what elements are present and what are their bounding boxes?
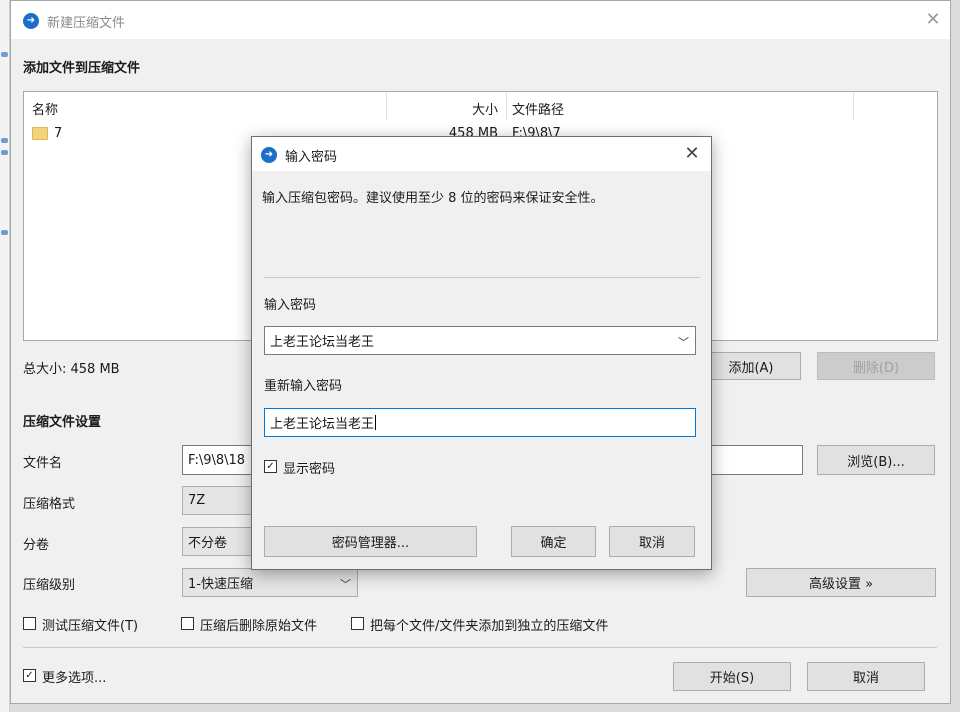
format-value: 7Z: [188, 493, 206, 508]
start-button[interactable]: 开始(S): [673, 662, 791, 691]
file-name: 7: [54, 126, 63, 141]
close-icon[interactable]: ✕: [680, 145, 704, 163]
chevron-down-icon: ﹀: [340, 577, 351, 591]
password-dialog: ➜ 输入密码 ✕ 输入压缩包密码。建议使用至少 8 位的密码来保证安全性。 输入…: [251, 136, 712, 570]
level-select[interactable]: 1-快速压缩 ﹀: [182, 568, 358, 597]
background-window-edge: [0, 0, 10, 712]
column-header-path[interactable]: 文件路径: [512, 99, 564, 118]
browse-button[interactable]: 浏览(B)...: [817, 445, 935, 475]
split-value: 不分卷: [188, 536, 228, 551]
test-archive-checkbox[interactable]: 测试压缩文件(T): [23, 615, 173, 634]
main-cancel-button[interactable]: 取消: [807, 662, 925, 691]
column-separator: [853, 92, 854, 120]
show-password-checkbox[interactable]: ✓ 显示密码: [264, 458, 384, 477]
more-options-checkbox[interactable]: ✓ 更多选项...: [23, 667, 133, 686]
filename-label: 文件名: [23, 456, 63, 471]
checkbox-box[interactable]: [351, 617, 364, 630]
delete-after-checkbox[interactable]: 压缩后删除原始文件: [181, 615, 351, 634]
checkbox-box[interactable]: ✓: [23, 669, 36, 682]
checkbox-box[interactable]: ✓: [264, 460, 277, 473]
password-input[interactable]: 上老王论坛当老王 ﹀: [264, 326, 696, 355]
test-archive-label: 测试压缩文件(T): [42, 619, 139, 634]
delete-button[interactable]: 删除(D): [817, 352, 935, 380]
chevron-down-icon[interactable]: ﹀: [678, 334, 689, 350]
background-icon: [1, 52, 8, 57]
format-label: 压缩格式: [23, 497, 76, 512]
add-files-title: 添加文件到压缩文件: [23, 61, 141, 76]
password-dialog-titlebar: ➜ 输入密码 ✕: [252, 137, 711, 171]
show-password-label: 显示密码: [283, 462, 336, 477]
dialog-cancel-button[interactable]: 取消: [609, 526, 695, 557]
folder-icon: [32, 127, 48, 140]
main-titlebar: ➜ 新建压缩文件 ✕: [11, 1, 950, 39]
password-label: 输入密码: [264, 298, 317, 313]
background-icon: [1, 138, 8, 143]
app-icon: ➜: [261, 147, 277, 163]
confirm-password-input[interactable]: 上老王论坛当老王: [264, 408, 696, 437]
column-separator: [506, 92, 507, 120]
separate-archives-label: 把每个文件/文件夹添加到独立的压缩文件: [370, 619, 609, 634]
background-icon: [1, 230, 8, 235]
separate-archives-checkbox[interactable]: 把每个文件/文件夹添加到独立的压缩文件: [351, 615, 651, 634]
confirm-password-value: 上老王论坛当老王: [270, 417, 375, 432]
level-label: 压缩级别: [23, 578, 76, 593]
checkbox-box[interactable]: [23, 617, 36, 630]
password-manager-button[interactable]: 密码管理器...: [264, 526, 477, 557]
column-header-size[interactable]: 大小: [386, 99, 498, 118]
add-button[interactable]: 添加(A): [701, 352, 801, 380]
advanced-settings-button[interactable]: 高级设置 »: [746, 568, 936, 597]
app-icon: ➜: [23, 13, 39, 29]
password-value: 上老王论坛当老王: [270, 335, 375, 350]
confirm-password-label: 重新输入密码: [264, 379, 343, 394]
checkbox-box[interactable]: [181, 617, 194, 630]
column-header-name[interactable]: 名称: [32, 99, 58, 118]
split-label: 分卷: [23, 538, 50, 553]
divider: [264, 277, 700, 278]
delete-after-label: 压缩后删除原始文件: [200, 619, 318, 634]
total-size: 总大小: 458 MB: [23, 362, 120, 377]
filename-value: F:\9\8\18: [188, 452, 246, 468]
window-title: 新建压缩文件: [47, 16, 126, 31]
password-dialog-title: 输入密码: [285, 150, 338, 165]
level-value: 1-快速压缩: [188, 577, 253, 592]
divider: [23, 647, 937, 648]
settings-title: 压缩文件设置: [23, 415, 102, 430]
background-icon: [1, 150, 8, 155]
more-options-label: 更多选项...: [42, 671, 107, 686]
password-hint: 输入压缩包密码。建议使用至少 8 位的密码来保证安全性。: [262, 191, 604, 206]
ok-button[interactable]: 确定: [511, 526, 596, 557]
text-caret: [375, 415, 377, 430]
close-icon[interactable]: ✕: [921, 11, 945, 29]
